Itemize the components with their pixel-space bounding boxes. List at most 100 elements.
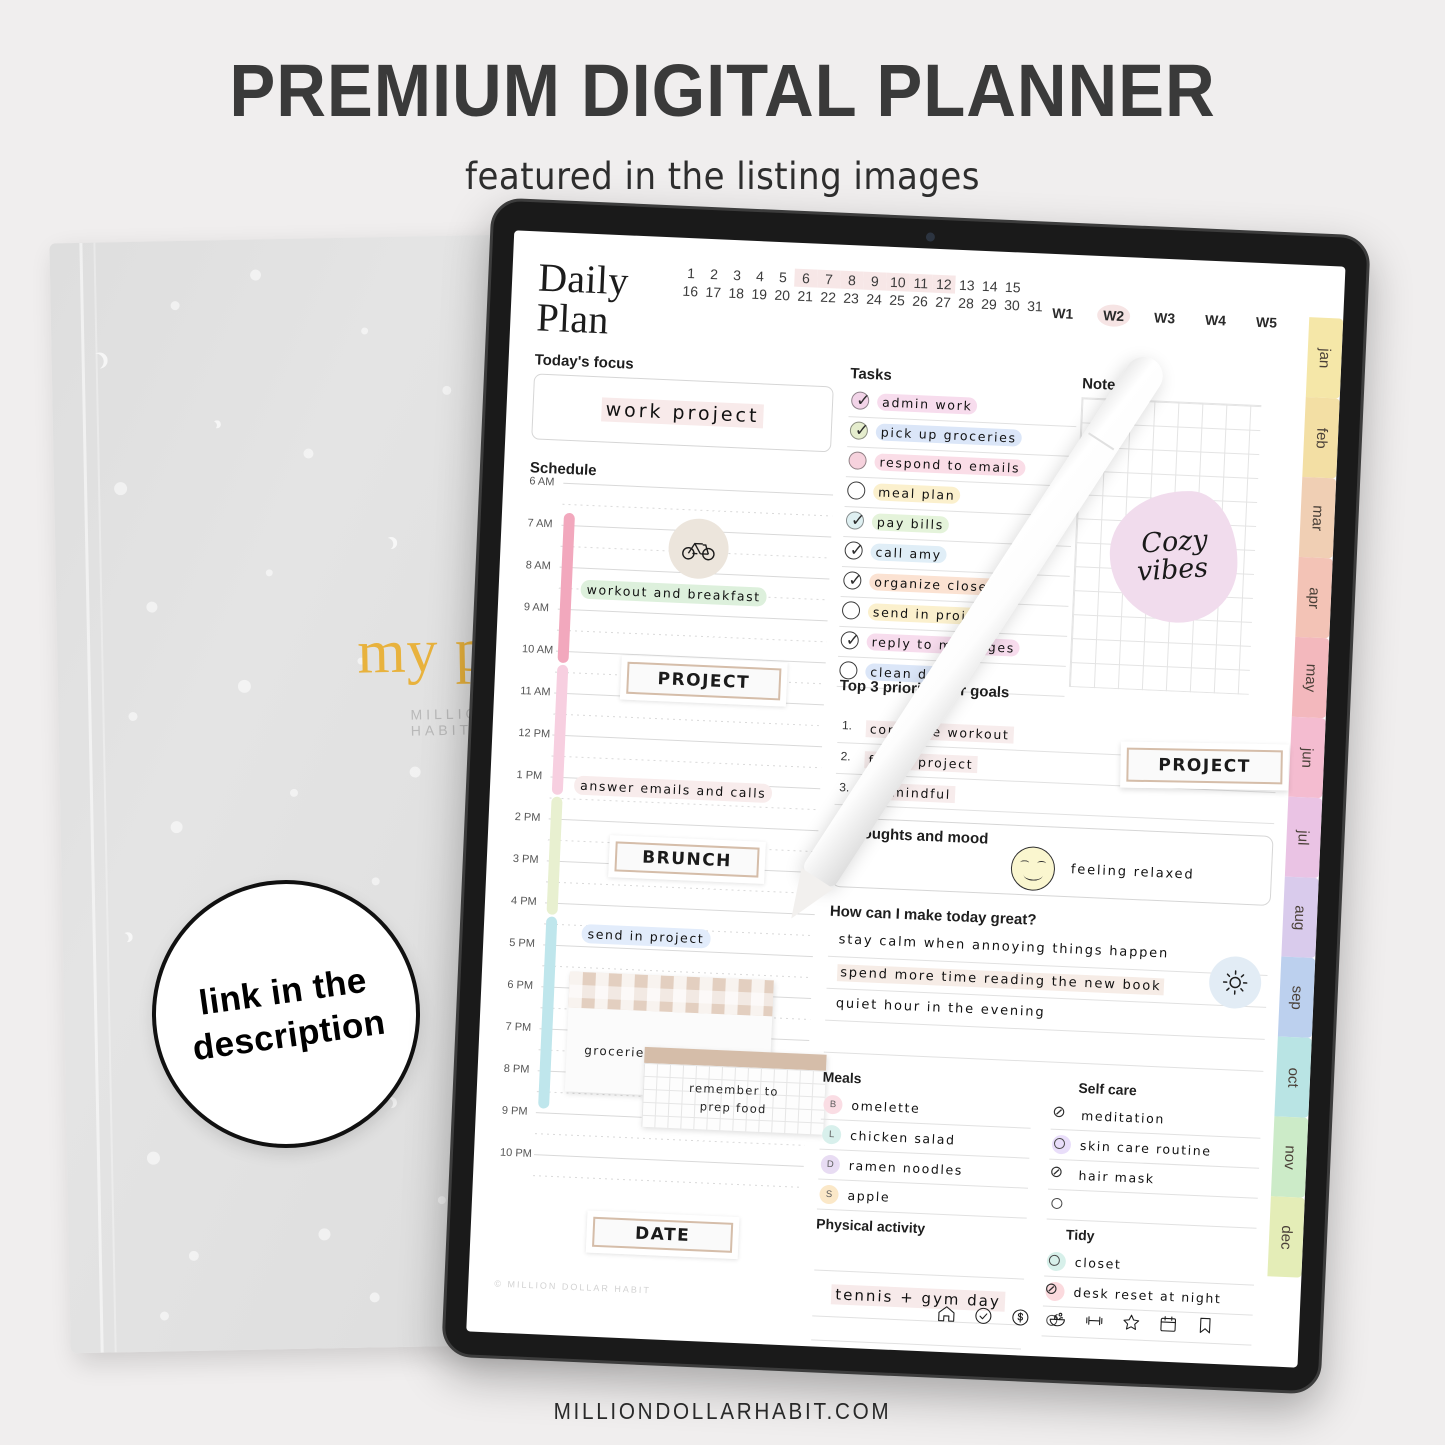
date-selector[interactable]: 1 2 3 4 5 6 7 8 9 10 11 12 13 14 15 16 17 18 19 20 21 22 23 24… — [678, 264, 1047, 316]
moon-dot — [371, 877, 380, 886]
task-checkbox[interactable] — [846, 481, 866, 500]
task-checkbox[interactable]: ✓ — [845, 510, 866, 531]
star-icon[interactable] — [1121, 1312, 1142, 1337]
task-checkbox[interactable]: ✓ — [849, 420, 870, 441]
task-checkbox[interactable]: ✓ — [840, 630, 861, 651]
task-checkbox[interactable] — [848, 451, 867, 470]
focus-input[interactable]: work project — [531, 373, 834, 453]
month-tab-jul[interactable]: jul — [1284, 796, 1323, 879]
moon-dot — [318, 1228, 331, 1241]
check-slash-icon[interactable]: ⊘ — [1044, 1279, 1058, 1299]
date-cell[interactable]: 10 — [886, 272, 910, 292]
schedule-stamp[interactable]: DATE — [585, 1210, 740, 1260]
task-checkbox[interactable]: ✓ — [850, 390, 871, 411]
bookmark-icon[interactable] — [1195, 1315, 1216, 1340]
date-cell[interactable]: 20 — [770, 286, 794, 305]
salad-bowl-icon[interactable] — [1047, 1309, 1068, 1334]
month-tab-mar[interactable]: mar — [1298, 476, 1337, 559]
sticky-note-2-line2: prep food — [699, 1099, 767, 1117]
date-cell[interactable]: 4 — [748, 267, 772, 286]
calendar-icon[interactable] — [1158, 1314, 1179, 1339]
month-tab-jun[interactable]: jun — [1288, 716, 1326, 799]
week-tab-w5[interactable]: W5 — [1250, 311, 1284, 334]
check-icon: ✓ — [845, 630, 861, 651]
month-tab-nov[interactable]: nov — [1270, 1116, 1309, 1198]
date-cell[interactable]: 24 — [862, 290, 886, 309]
check-circle-icon[interactable] — [973, 1305, 994, 1330]
money-circle-icon[interactable] — [1010, 1307, 1031, 1332]
date-cell[interactable]: 8 — [840, 270, 864, 290]
date-cell[interactable]: 12 — [931, 274, 956, 294]
date-cell[interactable]: 23 — [839, 289, 863, 308]
month-tab-oct[interactable]: oct — [1274, 1036, 1312, 1118]
schedule-half-hour-line — [551, 755, 822, 769]
schedule-stamp-text: BRUNCH — [614, 841, 760, 878]
week-tab-w1[interactable]: W1 — [1046, 302, 1080, 325]
mood-section[interactable]: Thoughts and mood feeling relaxed — [830, 816, 1274, 907]
project-stamp[interactable]: PROJECT — [1120, 741, 1289, 791]
schedule-grid[interactable]: 6 AM 7 AM 8 AM 9 AM 10 AM 11 AM 12 PM 1 PM 2 PM 3… — [498, 475, 834, 1260]
meal-text: chicken salad — [849, 1127, 956, 1148]
date-cell[interactable]: 3 — [725, 266, 749, 285]
checkbox-ring-icon[interactable] — [1051, 1197, 1063, 1210]
tablet-device: jan feb mar apr may jun jul aug sep oct nov dec Dai… — [441, 197, 1371, 1395]
date-cell[interactable]: 7 — [817, 269, 841, 289]
mood-value: feeling relaxed — [1070, 862, 1195, 883]
date-cell[interactable]: 21 — [793, 287, 817, 306]
task-checkbox[interactable]: ✓ — [844, 540, 864, 561]
check-slash-icon[interactable]: ⊘ — [1049, 1162, 1063, 1182]
date-cell[interactable]: 17 — [701, 283, 725, 302]
schedule-time-label: 7 AM — [527, 517, 553, 531]
date-cell[interactable]: 14 — [978, 277, 1002, 296]
date-cell[interactable]: 16 — [678, 282, 702, 301]
month-tab-may[interactable]: may — [1291, 636, 1330, 719]
task-checkbox[interactable] — [841, 601, 861, 620]
date-cell[interactable]: 9 — [863, 271, 887, 291]
schedule-stamp[interactable]: BRUNCH — [608, 835, 766, 884]
week-tab-w4[interactable]: W4 — [1199, 308, 1233, 331]
month-tab-dec[interactable]: dec — [1267, 1196, 1305, 1278]
great-list[interactable]: stay calm when annoying things happen spe… — [823, 925, 1269, 1072]
check-slash-icon[interactable]: ⊘ — [1052, 1102, 1066, 1122]
week-tab-w2[interactable]: W2 — [1096, 303, 1131, 328]
month-tab-sep[interactable]: sep — [1277, 956, 1316, 1038]
selfcare-list[interactable]: ⊘ meditation skin care routine ⊘ hair mask — [1046, 1100, 1262, 1229]
date-cell[interactable]: 26 — [908, 292, 932, 311]
meals-list[interactable]: Bomelette Lchicken salad Dramen noodles Sap… — [816, 1090, 1032, 1219]
meal-key-badge: S — [819, 1184, 839, 1205]
date-cell[interactable]: 29 — [977, 295, 1001, 314]
schedule-time-label: 7 PM — [505, 1020, 532, 1034]
website-url: MILLIONDOLLARHABIT.COM — [553, 1398, 892, 1424]
month-tab-feb[interactable]: feb — [1302, 397, 1340, 479]
date-cell[interactable]: 15 — [1001, 278, 1025, 297]
schedule-stamp[interactable]: PROJECT — [619, 655, 788, 707]
date-cell[interactable]: 19 — [747, 285, 771, 304]
task-checkbox[interactable]: ✓ — [842, 570, 863, 591]
date-cell[interactable]: 27 — [931, 293, 955, 312]
date-cell[interactable]: 1 — [679, 264, 703, 283]
schedule-half-hour-line — [562, 503, 833, 517]
date-cell[interactable]: 30 — [1000, 296, 1024, 315]
dumbbell-icon[interactable] — [1084, 1310, 1105, 1335]
date-cell[interactable]: 11 — [909, 273, 933, 293]
week-tab-w3[interactable]: W3 — [1148, 306, 1182, 329]
date-cell[interactable]: 18 — [724, 284, 748, 303]
home-icon[interactable] — [936, 1304, 957, 1329]
week-selector[interactable]: W1 W2 W3 W4 W5 — [1046, 302, 1294, 335]
date-cell[interactable]: 31 — [1023, 297, 1047, 316]
sticker-line-2: vibes — [1136, 552, 1210, 588]
month-tab-aug[interactable]: aug — [1281, 876, 1319, 959]
date-cell[interactable]: 28 — [954, 294, 978, 313]
great-text: stay calm when annoying things happen — [838, 932, 1170, 962]
date-cell[interactable]: 5 — [771, 268, 795, 287]
date-cell[interactable]: 22 — [816, 288, 840, 307]
date-cell[interactable]: 2 — [702, 265, 726, 284]
cozy-vibes-sticker[interactable]: Cozy vibes — [1106, 487, 1241, 626]
date-cell[interactable]: 6 — [794, 268, 818, 288]
date-cell[interactable]: 13 — [955, 276, 979, 295]
month-tab-apr[interactable]: apr — [1295, 556, 1333, 639]
moon-dot — [123, 932, 133, 942]
date-cell[interactable]: 25 — [885, 291, 909, 310]
month-tab-jan[interactable]: jan — [1305, 317, 1344, 399]
sticky-note-grid[interactable]: remember to prep food — [641, 1046, 827, 1135]
